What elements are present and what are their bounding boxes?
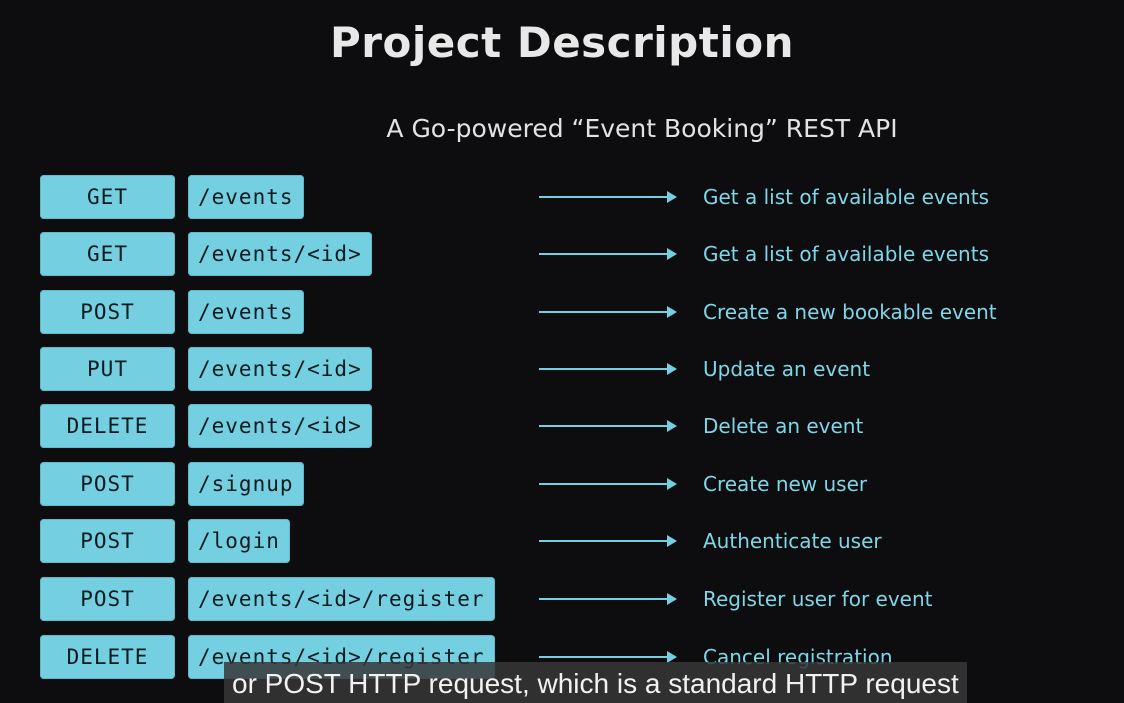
route-description: Delete an event (703, 414, 864, 438)
arrow-right-icon (539, 478, 677, 490)
arrow-right-icon (539, 248, 677, 260)
route-description: Create new user (703, 472, 868, 496)
route-row: POST /signup Create new user (40, 462, 1120, 506)
route-description: Register user for event (703, 587, 933, 611)
arrow-right-icon (539, 191, 677, 203)
path-badge: /events (188, 290, 304, 334)
arrow-right-icon (539, 651, 677, 663)
method-badge: POST (40, 290, 175, 334)
arrow-right-icon (539, 593, 677, 605)
method-badge: POST (40, 577, 175, 621)
route-description: Create a new bookable event (703, 300, 997, 324)
arrow-right-icon (539, 306, 677, 318)
path-badge: /events/<id> (188, 232, 372, 276)
route-description: Get a list of available events (703, 242, 989, 266)
method-badge: POST (40, 462, 175, 506)
route-row: GET /events Get a list of available even… (40, 175, 1120, 219)
path-badge: /login (188, 519, 290, 563)
path-badge: /events/<id> (188, 404, 372, 448)
path-badge: /events (188, 175, 304, 219)
route-row: PUT /events/<id> Update an event (40, 347, 1120, 391)
route-row: DELETE /events/<id> Delete an event (40, 404, 1120, 448)
method-badge: GET (40, 175, 175, 219)
arrow-right-icon (539, 363, 677, 375)
route-description: Get a list of available events (703, 185, 989, 209)
method-badge: DELETE (40, 404, 175, 448)
slide-title: Project Description (330, 18, 794, 67)
path-badge: /events/<id> (188, 347, 372, 391)
arrow-right-icon (539, 420, 677, 432)
method-badge: DELETE (40, 635, 175, 679)
route-row: POST /login Authenticate user (40, 519, 1120, 563)
method-badge: PUT (40, 347, 175, 391)
route-row: POST /events Create a new bookable event (40, 290, 1120, 334)
route-description: Authenticate user (703, 529, 882, 553)
arrow-right-icon (539, 535, 677, 547)
route-description: Update an event (703, 357, 871, 381)
route-row: GET /events/<id> Get a list of available… (40, 232, 1120, 276)
method-badge: POST (40, 519, 175, 563)
slide-subtitle: A Go-powered “Event Booking” REST API (386, 114, 898, 143)
path-badge: /signup (188, 462, 304, 506)
video-caption: or POST HTTP request, which is a standar… (224, 662, 967, 703)
method-badge: GET (40, 232, 175, 276)
path-badge: /events/<id>/register (188, 577, 495, 621)
route-row: POST /events/<id>/register Register user… (40, 577, 1120, 621)
